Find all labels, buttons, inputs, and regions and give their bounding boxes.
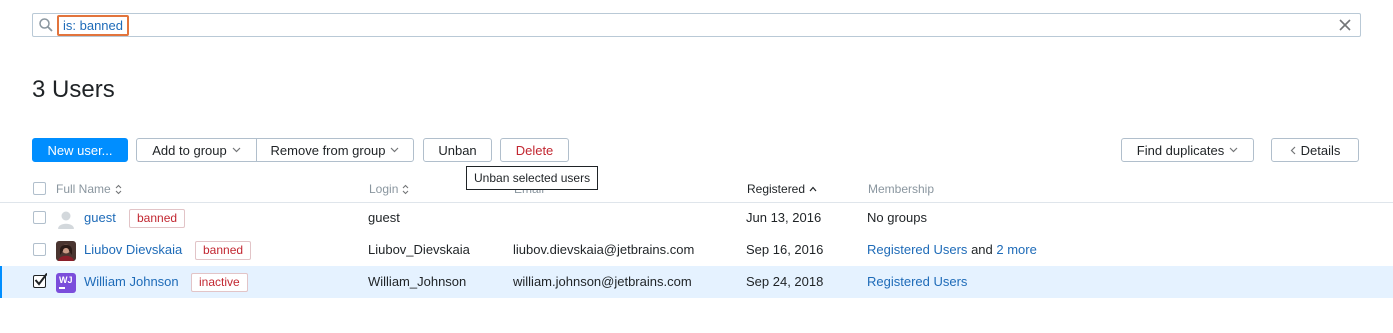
- new-user-button[interactable]: New user...: [32, 138, 128, 162]
- details-label: Details: [1300, 142, 1341, 158]
- membership-group-link[interactable]: Registered Users: [867, 266, 967, 298]
- user-full-name[interactable]: William Johnson: [84, 266, 179, 298]
- column-header-full-name[interactable]: Full Name: [56, 182, 122, 196]
- delete-button[interactable]: Delete: [500, 138, 569, 162]
- user-login: Liubov_Dievskaia: [368, 242, 470, 257]
- photo-avatar: [56, 241, 76, 261]
- membership-and-text: and: [971, 242, 993, 257]
- user-login: William_Johnson: [368, 274, 467, 289]
- login-header-label: Login: [369, 182, 399, 196]
- add-to-group-button[interactable]: Add to group: [136, 138, 257, 162]
- unban-tooltip: Unban selected users: [466, 166, 599, 190]
- table-row[interactable]: Liubov Dievskaia banned Liubov_Dievskaia…: [0, 234, 1393, 266]
- unban-label: Unban: [438, 142, 477, 158]
- remove-from-group-label: Remove from group: [270, 142, 386, 158]
- table-row[interactable]: guest banned guest Jun 13, 2016 No group…: [0, 202, 1393, 234]
- sort-ascending-icon: [809, 186, 817, 192]
- status-badge: banned: [129, 209, 186, 228]
- chevron-down-icon: [391, 147, 399, 153]
- avatar-initials: WJ: [59, 275, 73, 285]
- table-row-selected[interactable]: WJ William Johnson inactive William_John…: [0, 266, 1393, 298]
- chevron-down-icon: [232, 147, 241, 153]
- membership-more-link[interactable]: 2 more: [996, 242, 1036, 257]
- details-button[interactable]: Details: [1271, 138, 1359, 162]
- sort-icon: [402, 184, 409, 194]
- page-title: 3 Users: [32, 76, 115, 103]
- find-duplicates-button[interactable]: Find duplicates: [1121, 138, 1254, 162]
- search-bar[interactable]: is: banned: [32, 13, 1361, 37]
- chevron-left-icon: [1290, 146, 1296, 154]
- sort-icon: [115, 184, 122, 194]
- user-email: william.johnson@jetbrains.com: [513, 274, 692, 289]
- search-icon: [39, 18, 53, 32]
- user-registered: Jun 13, 2016: [746, 210, 822, 225]
- user-registered: Sep 24, 2018: [746, 274, 824, 289]
- user-login: guest: [368, 210, 400, 225]
- full-name-header-label: Full Name: [56, 182, 111, 196]
- user-full-name[interactable]: Liubov Dievskaia: [84, 234, 182, 266]
- row-checkbox[interactable]: [33, 243, 46, 256]
- checkmark-icon: [34, 273, 47, 286]
- select-all-checkbox[interactable]: [33, 182, 46, 195]
- avatar-underline: [59, 287, 65, 289]
- user-full-name[interactable]: guest: [84, 202, 116, 234]
- column-header-registered[interactable]: Registered: [747, 182, 817, 196]
- unban-button[interactable]: Unban: [423, 138, 492, 162]
- user-membership: No groups: [867, 210, 927, 225]
- clear-search-icon[interactable]: [1337, 17, 1353, 33]
- user-registered: Sep 16, 2016: [746, 242, 824, 257]
- find-duplicates-label: Find duplicates: [1136, 142, 1225, 158]
- row-checkbox[interactable]: [33, 211, 46, 224]
- status-badge: inactive: [191, 273, 248, 292]
- default-avatar-icon: [56, 209, 76, 229]
- membership-cell: Registered Users and 2 more: [867, 234, 1037, 266]
- add-to-group-label: Add to group: [152, 142, 227, 158]
- column-header-membership[interactable]: Membership: [868, 182, 934, 196]
- user-email: liubov.dievskaia@jetbrains.com: [513, 242, 695, 257]
- chevron-down-icon: [1229, 147, 1238, 153]
- column-header-login[interactable]: Login: [369, 182, 409, 196]
- registered-header-label: Registered: [747, 182, 806, 196]
- initials-avatar: WJ: [56, 273, 76, 293]
- delete-label: Delete: [515, 142, 554, 158]
- membership-group-link[interactable]: Registered Users: [867, 242, 967, 257]
- search-query[interactable]: is: banned: [57, 15, 129, 36]
- membership-header-label: Membership: [868, 182, 935, 196]
- remove-from-group-button[interactable]: Remove from group: [256, 138, 414, 162]
- status-badge: banned: [195, 241, 252, 260]
- row-checkbox-checked[interactable]: [33, 273, 47, 288]
- new-user-label: New user...: [47, 142, 113, 158]
